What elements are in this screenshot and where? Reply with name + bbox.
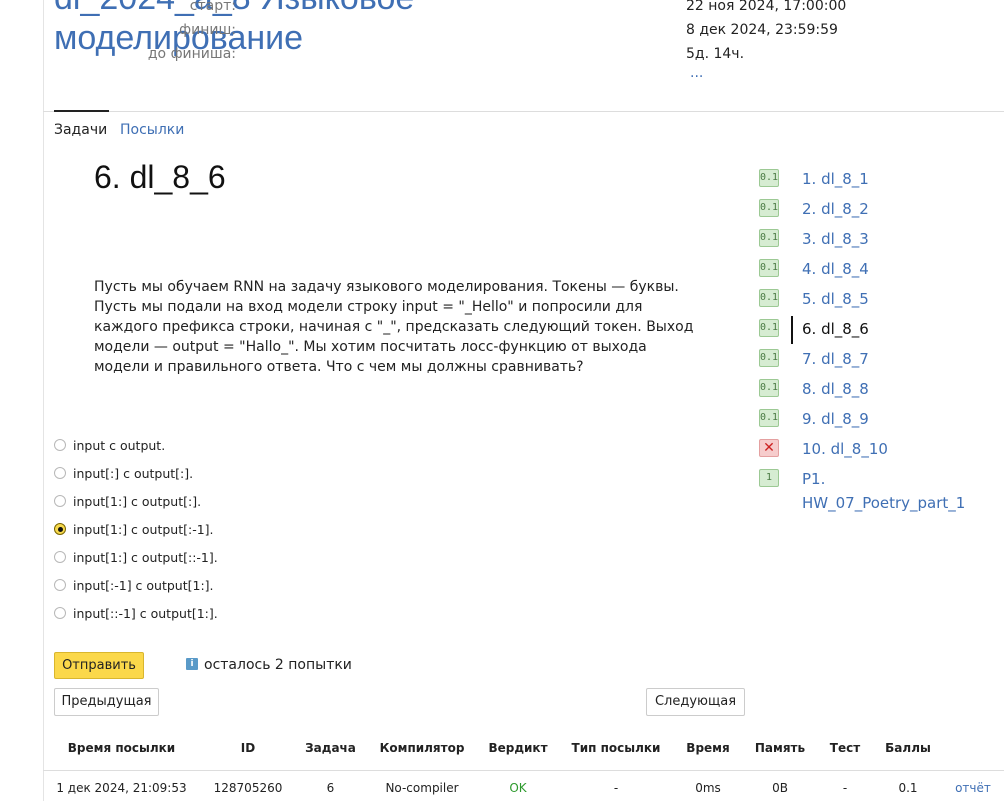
answer-option-label: input[:-1] с output[1:]. xyxy=(73,578,214,593)
table-header-divider xyxy=(43,770,1004,771)
score-badge: 0.1 xyxy=(759,409,779,427)
column-header: Компилятор xyxy=(379,741,465,755)
attempts-remaining: осталось 2 попытки xyxy=(204,657,352,673)
current-problem-marker xyxy=(791,316,793,344)
submission-run-time: 0ms xyxy=(695,781,721,795)
score-badge: 0.1 xyxy=(759,319,779,337)
column-header: Задача xyxy=(305,741,356,755)
header-divider xyxy=(43,111,1004,112)
score-badge: 0.1 xyxy=(759,199,779,217)
timing-more-link[interactable]: ... xyxy=(690,65,703,81)
problem-link[interactable]: 8. dl_8_8 xyxy=(802,378,869,400)
problem-title: 6. dl_8_6 xyxy=(94,159,226,195)
problem-link[interactable]: 10. dl_8_10 xyxy=(802,438,888,460)
problem-link[interactable]: 7. dl_8_7 xyxy=(802,348,869,370)
answer-option-label: input с output. xyxy=(73,438,166,453)
answer-option-label: input[1:] с output[:]. xyxy=(73,494,202,509)
submission-type: - xyxy=(613,781,619,795)
score-badge: 0.1 xyxy=(759,229,779,247)
problem-link[interactable]: 5. dl_8_5 xyxy=(802,288,869,310)
report-link[interactable]: отчёт xyxy=(949,781,997,795)
timing-start-label: старт: xyxy=(189,0,236,14)
column-header: Вердикт xyxy=(488,741,548,755)
submission-problem: 6 xyxy=(326,781,335,795)
tab-problems[interactable]: Задачи xyxy=(54,110,110,140)
score-badge: 0.1 xyxy=(759,169,779,187)
radio-button[interactable] xyxy=(54,439,66,451)
radio-button[interactable] xyxy=(54,551,66,563)
submission-verdict: OK xyxy=(509,781,527,795)
left-border xyxy=(43,0,44,801)
answer-option-label: input[1:] с output[:-1]. xyxy=(73,522,214,537)
submission-memory: 0B xyxy=(772,781,788,795)
submit-button[interactable]: Отправить xyxy=(54,652,144,679)
info-icon: i xyxy=(186,658,198,670)
problem-link[interactable]: P1. HW_07_Poetry_part_1 xyxy=(802,467,972,515)
score-badge: 0.1 xyxy=(759,259,779,277)
timing-start-value: 22 ноя 2024, 17:00:00 xyxy=(686,0,847,14)
answer-option-label: input[1:] с output[::-1]. xyxy=(73,550,218,565)
timing-finish-value: 8 дек 2024, 23:59:59 xyxy=(686,22,838,38)
problem-link-current[interactable]: 6. dl_8_6 xyxy=(802,318,869,340)
submission-time: 1 дек 2024, 21:09:53 xyxy=(56,781,187,795)
column-header: Тип посылки xyxy=(571,741,661,755)
previous-problem-button[interactable]: Предыдущая xyxy=(54,688,159,716)
score-badge: 0.1 xyxy=(759,349,779,367)
score-badge: 0.1 xyxy=(759,379,779,397)
fail-icon: ✕ xyxy=(759,439,779,457)
radio-button[interactable] xyxy=(54,579,66,591)
radio-button[interactable] xyxy=(54,467,66,479)
problem-link[interactable]: 3. dl_8_3 xyxy=(802,228,869,250)
timing-remaining-label: до финиша: xyxy=(147,46,236,62)
problem-link[interactable]: 1. dl_8_1 xyxy=(802,168,869,190)
problem-link[interactable]: 9. dl_8_9 xyxy=(802,408,869,430)
column-header: Память xyxy=(754,741,806,755)
tab-submissions[interactable]: Посылки xyxy=(120,120,184,140)
radio-button[interactable] xyxy=(54,495,66,507)
answer-option-label: input[:] с output[:]. xyxy=(73,466,194,481)
answer-option-label: input[::-1] с output[1:]. xyxy=(73,606,218,621)
column-header: Баллы xyxy=(885,741,931,755)
radio-button-checked[interactable] xyxy=(54,523,66,535)
problem-link[interactable]: 2. dl_8_2 xyxy=(802,198,869,220)
submission-compiler: No-compiler xyxy=(385,781,459,795)
radio-button[interactable] xyxy=(54,607,66,619)
submission-test: - xyxy=(842,781,848,795)
score-badge: 0.1 xyxy=(759,289,779,307)
score-badge: 1 xyxy=(759,469,779,487)
submission-score: 0.1 xyxy=(898,781,918,795)
column-header: Время посылки xyxy=(67,741,176,755)
submission-id: 128705260 xyxy=(213,781,283,795)
problem-link[interactable]: 4. dl_8_4 xyxy=(802,258,869,280)
column-header: ID xyxy=(240,741,256,755)
column-header: Тест xyxy=(829,741,861,755)
timing-finish-label: финиш: xyxy=(179,22,236,38)
column-header: Время xyxy=(686,741,730,755)
problem-statement: Пусть мы обучаем RNN на задачу языкового… xyxy=(94,279,694,375)
next-problem-button[interactable]: Следующая xyxy=(646,688,745,716)
timing-remaining-value: 5д. 14ч. xyxy=(686,46,745,62)
